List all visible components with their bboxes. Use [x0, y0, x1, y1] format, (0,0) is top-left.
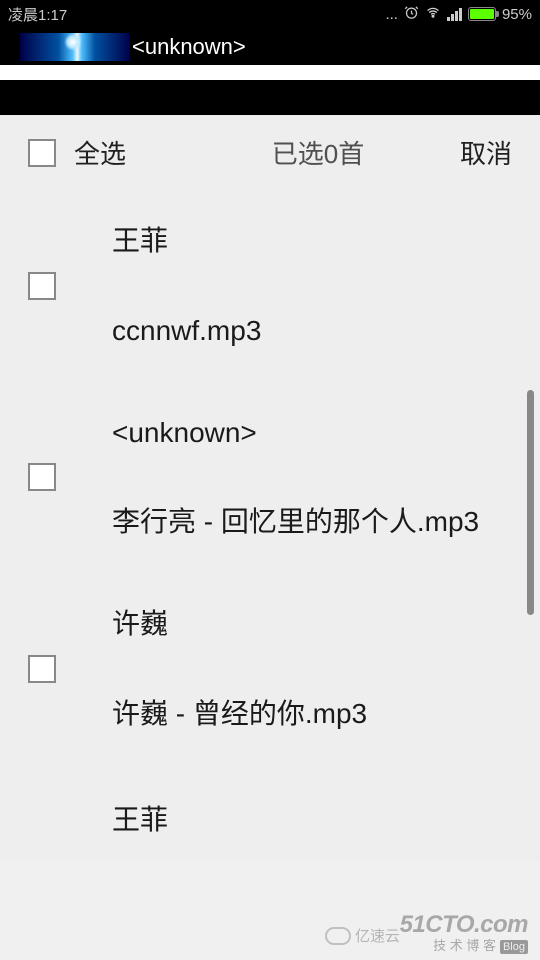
battery-icon [468, 7, 496, 21]
item-checkbox[interactable] [28, 655, 56, 683]
status-bar: 凌晨1:17 ... 95% [0, 0, 540, 28]
cloud-icon [325, 927, 351, 945]
scrollbar[interactable] [527, 390, 534, 615]
item-artist: 王菲 [112, 775, 492, 845]
item-texts: <unknown> 李行亮 - 回忆里的那个人.mp3 [112, 388, 540, 568]
item-texts: 王菲 ccnnwf.mp3 [112, 196, 540, 376]
signal-icon [447, 8, 462, 21]
item-filename: ccnnwf.mp3 [112, 286, 492, 376]
watermark: 51CTO.com 技 术 博 客 Blog [400, 911, 528, 954]
item-artist: 王菲 [112, 196, 492, 286]
list-item[interactable]: <unknown> 李行亮 - 回忆里的那个人.mp3 [0, 382, 540, 574]
app-title-bar: <unknown> [0, 28, 540, 65]
selection-controls: 全选 已选0首 取消 [0, 115, 540, 190]
gap-bar [0, 65, 540, 80]
select-all-label[interactable]: 全选 [74, 134, 126, 171]
status-dots: ... [385, 6, 398, 23]
watermark-side-text: 亿速云 [355, 925, 400, 946]
watermark-sub: 技 术 博 客 Blog [400, 939, 528, 954]
watermark-main: 51CTO.com [400, 911, 528, 939]
list-item[interactable]: 许巍 许巍 - 曾经的你.mp3 [0, 573, 540, 765]
selected-count: 已选0首 [222, 134, 364, 171]
watermark-blog-badge: Blog [500, 940, 528, 954]
app-title: <unknown> [132, 34, 246, 60]
select-all-checkbox[interactable] [28, 139, 56, 167]
item-filename: 许巍 - 曾经的你.mp3 [112, 669, 492, 759]
toolbar-spacer [0, 80, 540, 115]
music-list[interactable]: 王菲 ccnnwf.mp3 <unknown> 李行亮 - 回忆里的那个人.mp… [0, 190, 540, 861]
watermark-side: 亿速云 [325, 925, 400, 946]
item-artist: <unknown> [112, 388, 492, 478]
wifi-icon [425, 6, 441, 23]
cancel-button[interactable]: 取消 [460, 134, 512, 171]
watermark-sub-text: 技 术 博 客 [433, 938, 496, 953]
album-thumbnail [20, 33, 130, 61]
list-item[interactable]: 王菲 [0, 765, 540, 851]
item-checkbox[interactable] [28, 272, 56, 300]
content-area: 全选 已选0首 取消 王菲 ccnnwf.mp3 <unknown> 李行亮 -… [0, 115, 540, 861]
item-artist: 许巍 [112, 579, 492, 669]
battery-percent: 95% [502, 6, 532, 23]
status-right: ... 95% [385, 5, 532, 24]
list-item[interactable]: 王菲 ccnnwf.mp3 [0, 190, 540, 382]
status-time: 凌晨1:17 [8, 4, 67, 25]
alarm-icon [404, 5, 419, 24]
item-texts: 王菲 [112, 775, 540, 845]
item-texts: 许巍 许巍 - 曾经的你.mp3 [112, 579, 540, 759]
item-filename: 李行亮 - 回忆里的那个人.mp3 [112, 477, 492, 567]
item-checkbox[interactable] [28, 463, 56, 491]
